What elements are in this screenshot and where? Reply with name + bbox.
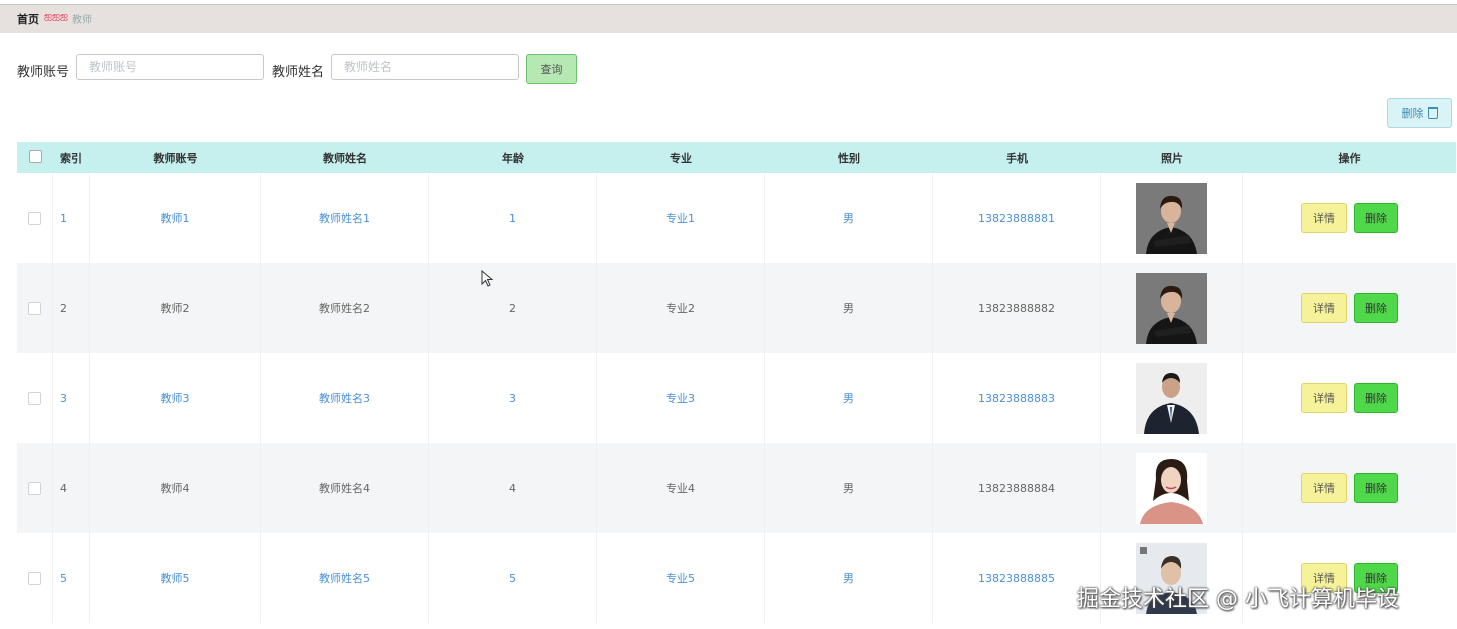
cell-account: 教师4	[90, 443, 261, 533]
cell-name: 教师姓名2	[261, 263, 429, 353]
cell-age: 4	[429, 443, 597, 533]
cell-index: 3	[53, 353, 90, 443]
select-all-checkbox[interactable]	[28, 149, 42, 163]
batch-delete-label: 删除	[1401, 107, 1424, 120]
row-delete-button[interactable]: 删除	[1354, 473, 1398, 503]
cell-name: 教师姓名1	[261, 173, 429, 263]
breadcrumb-separator: ஐஐஐ	[44, 11, 69, 22]
cell-age: 1	[429, 173, 597, 263]
header-major: 专业	[670, 151, 692, 165]
teacher-table: 索引 教师账号 教师姓名 年龄 专业 性别 手机 照片 操作 1 教师1 教师姓名1…	[17, 142, 1456, 623]
cell-phone: 13823888885	[933, 533, 1101, 623]
query-button[interactable]: 查询	[526, 54, 577, 84]
header-name: 教师姓名	[323, 151, 367, 165]
cell-photo	[1101, 353, 1243, 443]
name-search-input[interactable]	[331, 54, 519, 80]
cell-actions: 详情 删除	[1243, 173, 1456, 263]
header-age: 年龄	[502, 151, 524, 165]
cell-account: 教师2	[90, 263, 261, 353]
cell-account: 教师5	[90, 533, 261, 623]
teacher-photo	[1136, 272, 1207, 344]
row-select-cell	[17, 173, 53, 263]
cell-actions: 详情 删除	[1243, 443, 1456, 533]
cell-index: 4	[53, 443, 90, 533]
cell-photo	[1101, 443, 1243, 533]
name-label: 教师姓名	[272, 65, 325, 80]
cell-index: 1	[53, 173, 90, 263]
cell-major: 专业4	[597, 443, 765, 533]
row-checkbox[interactable]	[28, 391, 41, 405]
table-row: 3 教师3 教师姓名3 3 专业3 男 13823888883 详情 删除	[17, 353, 1456, 443]
breadcrumb-current: 教师	[72, 15, 92, 26]
detail-button[interactable]: 详情	[1301, 203, 1347, 233]
cell-actions: 详情 删除	[1243, 263, 1456, 353]
cell-name: 教师姓名4	[261, 443, 429, 533]
row-delete-button[interactable]: 删除	[1354, 293, 1398, 323]
breadcrumb-home[interactable]: 首页	[17, 11, 39, 27]
row-select-cell	[17, 353, 53, 443]
account-search-input[interactable]	[76, 54, 264, 80]
cell-gender: 男	[765, 263, 933, 353]
cell-actions: 详情 删除	[1243, 353, 1456, 443]
account-label: 教师账号	[17, 65, 70, 80]
cell-index: 2	[53, 263, 90, 353]
table-row: 4 教师4 教师姓名4 4 专业4 男 13823888884 详情 删除	[17, 443, 1456, 533]
cell-gender: 男	[765, 533, 933, 623]
header-account: 教师账号	[153, 151, 198, 165]
detail-button[interactable]: 详情	[1301, 293, 1347, 323]
cell-gender: 男	[765, 353, 933, 443]
row-delete-button[interactable]: 删除	[1354, 383, 1398, 413]
teacher-photo	[1136, 452, 1207, 524]
teacher-photo	[1136, 362, 1207, 434]
table-row: 2 教师2 教师姓名2 2 专业2 男 13823888882 详情 删除	[17, 263, 1456, 353]
detail-button[interactable]: 详情	[1301, 383, 1347, 413]
cell-major: 专业3	[597, 353, 765, 443]
mouse-cursor-icon	[481, 270, 494, 287]
cell-account: 教师3	[90, 353, 261, 443]
cell-major: 专业1	[597, 173, 765, 263]
cell-major: 专业5	[597, 533, 765, 623]
cell-photo	[1101, 263, 1243, 353]
header-gender: 性别	[838, 151, 860, 165]
breadcrumb: 首页 ஐஐஐ 教师	[0, 4, 1457, 33]
cell-index: 5	[53, 533, 90, 623]
cell-major: 专业2	[597, 263, 765, 353]
batch-delete-button[interactable]: 删除	[1387, 98, 1452, 128]
cell-gender: 男	[765, 443, 933, 533]
row-checkbox[interactable]	[28, 301, 41, 315]
cell-age: 5	[429, 533, 597, 623]
row-checkbox[interactable]	[28, 481, 41, 495]
row-select-cell	[17, 533, 53, 623]
teacher-photo	[1136, 182, 1207, 254]
cell-name: 教师姓名5	[261, 533, 429, 623]
cell-photo	[1101, 173, 1243, 263]
watermark: 掘金技术社区 @ 小飞计算机毕设	[1077, 587, 1399, 612]
header-actions: 操作	[1338, 151, 1361, 165]
row-select-cell	[17, 443, 53, 533]
cell-phone: 13823888883	[933, 353, 1101, 443]
header-phone: 手机	[1006, 151, 1028, 165]
select-all-cell	[17, 149, 53, 166]
cell-phone: 13823888881	[933, 173, 1101, 263]
row-select-cell	[17, 263, 53, 353]
row-checkbox[interactable]	[28, 211, 41, 225]
header-photo: 照片	[1161, 151, 1183, 165]
trash-icon	[1427, 107, 1438, 119]
header-index: 索引	[60, 151, 82, 165]
table-header: 索引 教师账号 教师姓名 年龄 专业 性别 手机 照片 操作	[17, 142, 1456, 173]
cell-phone: 13823888882	[933, 263, 1101, 353]
cell-age: 2	[429, 263, 597, 353]
cell-name: 教师姓名3	[261, 353, 429, 443]
cell-gender: 男	[765, 173, 933, 263]
row-checkbox[interactable]	[28, 571, 41, 585]
cell-phone: 13823888884	[933, 443, 1101, 533]
detail-button[interactable]: 详情	[1301, 473, 1347, 503]
table-row: 1 教师1 教师姓名1 1 专业1 男 13823888881 详情 删除	[17, 173, 1456, 263]
cell-account: 教师1	[90, 173, 261, 263]
row-delete-button[interactable]: 删除	[1354, 203, 1398, 233]
table-body: 1 教师1 教师姓名1 1 专业1 男 13823888881 详情 删除 2 教师2 教师姓名2 2 专…	[17, 173, 1456, 623]
cell-age: 3	[429, 353, 597, 443]
